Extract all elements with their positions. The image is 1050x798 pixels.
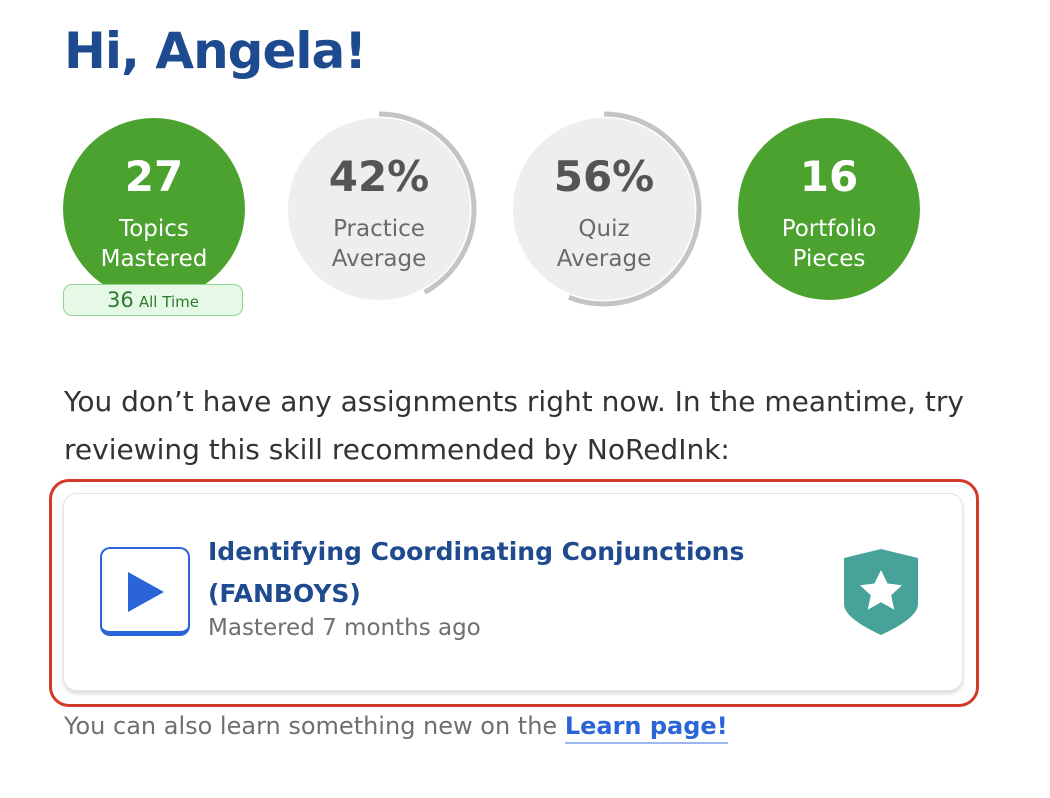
quiz-average-label: Quiz Average xyxy=(556,216,652,272)
play-button[interactable] xyxy=(100,547,190,636)
all-time-label: All Time xyxy=(138,293,199,311)
practice-progress-ring xyxy=(281,111,477,307)
topics-mastered-label: Topics Mastered xyxy=(100,216,208,272)
portfolio-pieces-label: Portfolio Pieces xyxy=(781,216,877,272)
footer-prefix: You can also learn something new on the xyxy=(64,712,565,740)
portfolio-pieces-stat[interactable]: 16 Portfolio Pieces xyxy=(738,118,920,300)
practice-average-stat[interactable]: 42% Practice Average xyxy=(281,111,477,307)
skill-title-link[interactable]: Identifying Coordinating Conjunctions (F… xyxy=(208,531,788,615)
practice-average-label: Practice Average xyxy=(331,216,427,272)
star-shield-icon xyxy=(844,549,918,635)
portfolio-pieces-value: 16 xyxy=(799,152,859,201)
footer-text: You can also learn something new on the … xyxy=(64,712,728,744)
greeting-heading: Hi, Angela! xyxy=(64,22,367,80)
all-time-badge: 36 All Time xyxy=(63,284,243,316)
quiz-average-value: 56% xyxy=(553,152,655,201)
quiz-average-stat[interactable]: 56% Quiz Average xyxy=(506,111,702,307)
quiz-progress-ring xyxy=(506,111,702,307)
all-time-value: 36 xyxy=(107,288,134,312)
practice-average-value: 42% xyxy=(328,152,430,201)
skill-mastered-status: Mastered 7 months ago xyxy=(208,615,481,641)
learn-page-link[interactable]: Learn page! xyxy=(564,712,728,744)
no-assignments-message: You don’t have any assignments right now… xyxy=(64,385,964,466)
topics-mastered-value: 27 xyxy=(124,152,184,201)
topics-mastered-stat[interactable]: 27 Topics Mastered xyxy=(63,118,245,300)
play-icon xyxy=(128,572,164,612)
